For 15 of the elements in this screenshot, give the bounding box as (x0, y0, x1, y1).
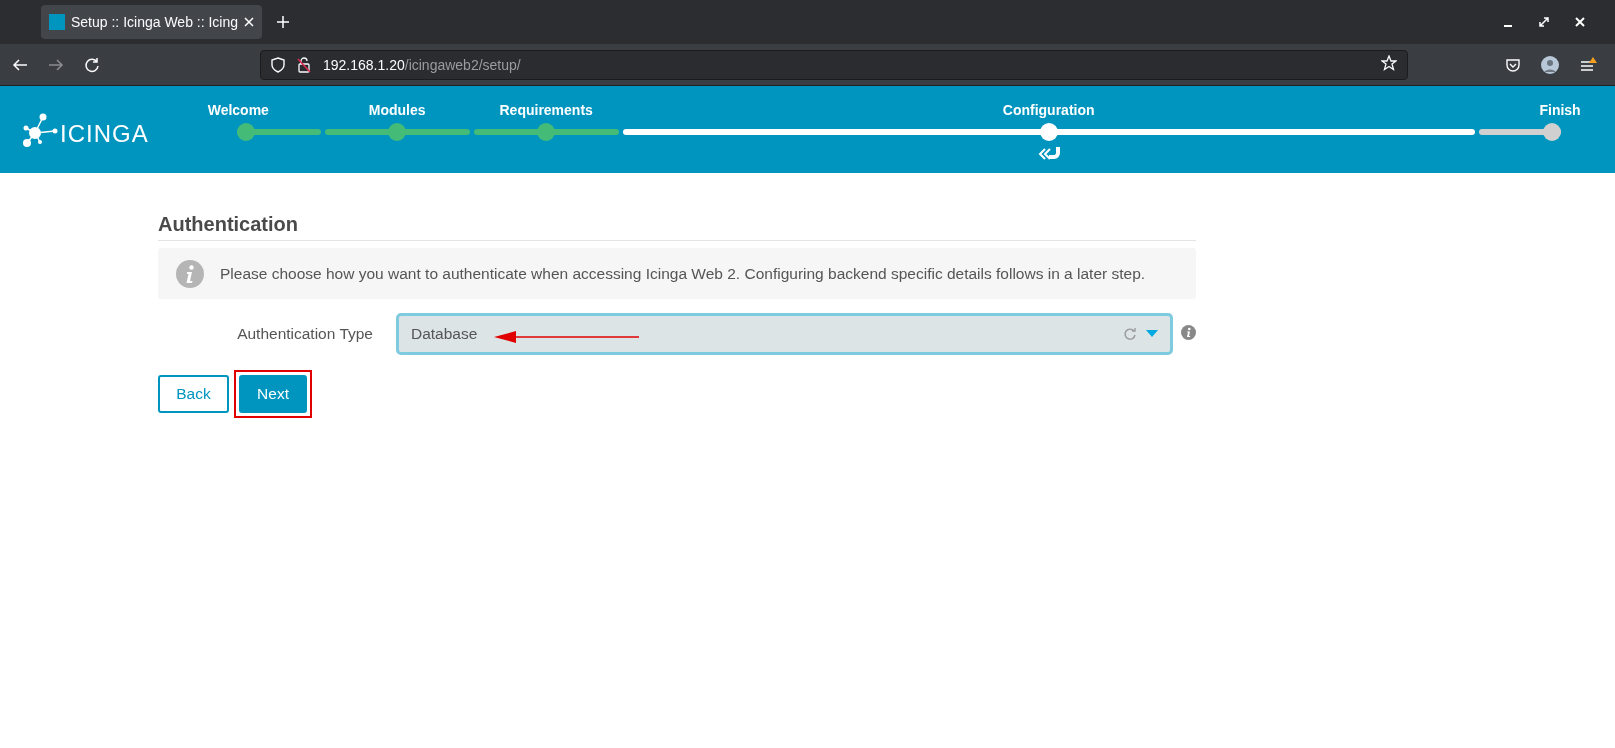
step-label: Configuration (1002, 102, 1095, 120)
next-button[interactable]: Next (239, 375, 307, 413)
tab-title: Setup :: Icinga Web :: Icing (71, 14, 238, 30)
step-label: Modules (368, 102, 426, 120)
section-heading: Authentication (158, 213, 298, 235)
url-text: 192.168.1.20/icingaweb2/setup/ (323, 56, 521, 73)
step-label: Finish (1539, 102, 1581, 120)
back-button[interactable]: Back (158, 375, 229, 413)
info-message: Please choose how you want to authenticate when accessing Icinga Web 2. Configuring backend specific details follows in a later step. (220, 264, 1146, 283)
step-label: Requirements (499, 102, 593, 120)
logo-wordmark[interactable]: ICINGA (60, 122, 149, 146)
field-label: Authentication Type (236, 325, 374, 343)
step-label: Welcome (207, 102, 269, 120)
browser-tab[interactable]: Setup :: Icinga Web :: Icing (41, 5, 262, 39)
address-bar[interactable]: 192.168.1.20/icingaweb2/setup/ (260, 49, 1408, 80)
